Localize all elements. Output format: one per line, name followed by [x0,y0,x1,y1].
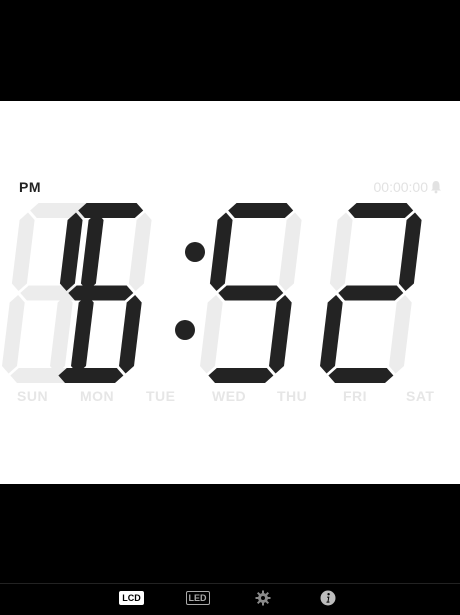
segment-a-on [78,203,144,218]
day-sun: SUN [17,388,49,404]
day-wed: WED [212,388,247,404]
segment-a-on [348,203,414,218]
segment-f-off [11,212,35,291]
led-mode-button[interactable]: LED [185,588,210,608]
segment-f-off [329,212,353,291]
segment-g-on [338,285,404,301]
settings-button[interactable] [253,588,273,608]
day-tue: TUE [146,388,176,404]
segment-g-on [218,285,284,301]
minute-ones-digit [320,203,422,383]
clock-display: PM 00:00:00 SUN MON TUE WED THU FRI SAT [0,101,460,484]
segment-e-off [200,295,223,374]
segment-c-on [269,295,292,374]
segment-c-off [389,295,412,374]
segment-f-on [209,212,233,291]
colon-separator [175,242,205,340]
segment-e-on [320,295,343,374]
gear-icon [255,590,271,606]
day-fri: FRI [343,388,368,404]
day-mon: MON [80,388,115,404]
info-icon [320,590,336,606]
segment-d-on [58,368,124,383]
bottom-toolbar: LCD LED [0,583,460,615]
minute-tens-digit [200,203,302,383]
led-label: LED [185,591,210,605]
segment-d-on [208,368,274,383]
segment-b-on [398,212,422,291]
segment-c-on [119,295,142,374]
segment-g-on [68,285,134,301]
lcd-mode-button[interactable]: LCD [119,588,144,608]
segment-e-off [50,295,73,374]
segment-b-on [80,212,104,291]
seven-segment-clock [2,203,422,383]
colon-dot-top [185,242,205,262]
info-button[interactable] [318,588,338,608]
segment-a-on [228,203,294,218]
day-sat: SAT [406,388,435,404]
day-thu: THU [277,388,308,404]
segment-b-off [278,212,302,291]
segment-b-off [128,212,152,291]
segment-c-on [71,295,94,374]
segment-e-off [2,295,25,374]
weekday-row: SUN MON TUE WED THU FRI SAT [0,388,460,408]
lcd-label: LCD [119,591,144,605]
colon-dot-bottom [175,320,195,340]
segment-f-on [59,212,83,291]
segment-d-on [328,368,394,383]
